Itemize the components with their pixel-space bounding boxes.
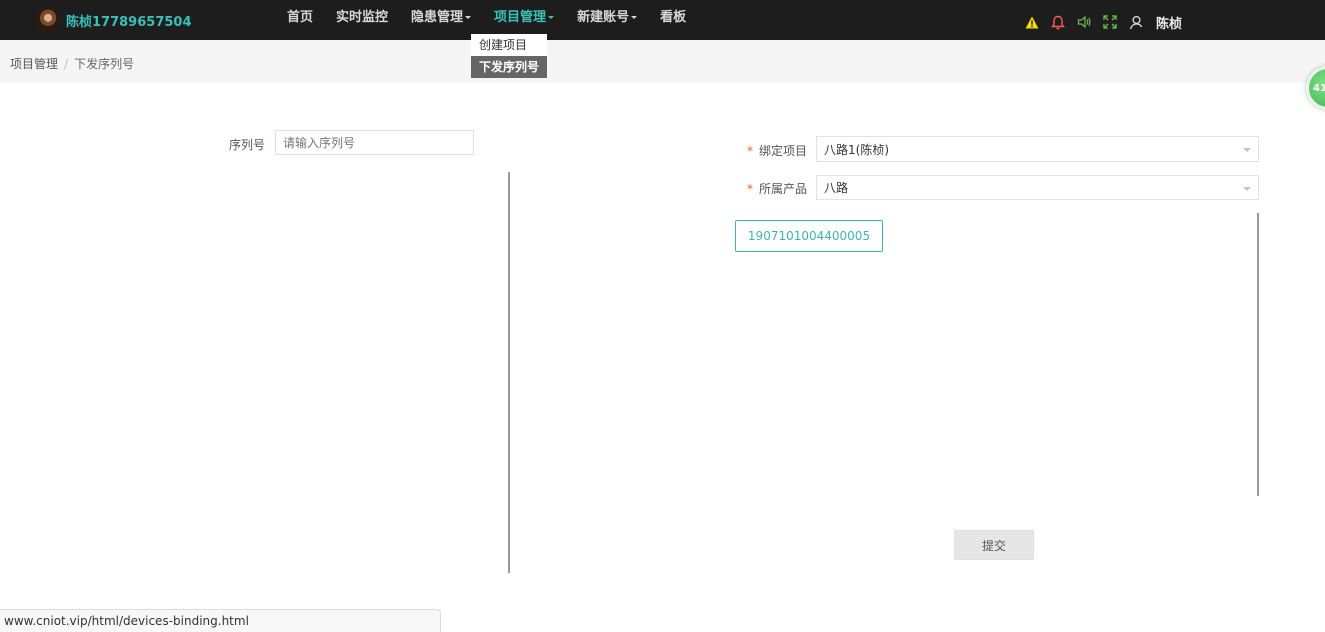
brand[interactable]: 陈桢17789657504: [36, 8, 192, 32]
nav-hazard-management[interactable]: 隐患管理: [411, 0, 472, 36]
user-avatar: [36, 9, 58, 31]
nav-home-label: 首页: [287, 10, 314, 25]
nav-dashboard[interactable]: 看板: [660, 0, 686, 36]
nav-dashboard-label: 看板: [660, 10, 687, 25]
nav-new-account-label: 新建账号: [577, 10, 630, 25]
nav-hazard-management-label: 隐患管理: [411, 10, 464, 25]
nav-new-account[interactable]: 新建账号: [577, 0, 638, 36]
breadcrumb-bar: 项目管理 / 下发序列号: [0, 40, 1325, 83]
breadcrumb-root[interactable]: 项目管理: [10, 57, 58, 71]
nav-project-management[interactable]: 项目管理: [494, 0, 555, 36]
right-panel-divider: [1257, 213, 1259, 496]
dropdown-item-issue-serial[interactable]: 下发序列号: [471, 56, 547, 78]
breadcrumb-current: 下发序列号: [74, 57, 135, 71]
user-name[interactable]: 陈桢: [1156, 13, 1182, 32]
bell-icon[interactable]: [1050, 14, 1066, 30]
caret-down-icon: [465, 16, 472, 19]
breadcrumb-separator: /: [64, 57, 69, 71]
nav-realtime-monitor-label: 实时监控: [336, 10, 389, 25]
nav-project-management-label: 项目管理: [494, 10, 547, 25]
required-mark: *: [747, 182, 753, 196]
brand-name: 陈桢17789657504: [66, 14, 192, 30]
status-bar-url: www.cniot.vip/html/devices-binding.html: [0, 609, 441, 632]
user-icon[interactable]: [1128, 14, 1144, 30]
chevron-down-icon: [1243, 148, 1251, 152]
product-label: * 所属产品: [747, 180, 807, 197]
caret-down-icon: [631, 16, 638, 19]
fullscreen-icon[interactable]: [1102, 14, 1118, 30]
bind-project-label-text: 绑定项目: [759, 144, 808, 158]
bind-project-value: 八路1(陈桢): [824, 142, 889, 157]
nav-realtime-monitor[interactable]: 实时监控: [336, 0, 388, 36]
product-select[interactable]: 八路: [816, 175, 1259, 200]
required-mark: *: [747, 144, 753, 158]
dropdown-item-create-project[interactable]: 创建项目: [471, 34, 547, 56]
top-navbar: 陈桢17789657504 首页 实时监控 隐患管理 项目管理 新建账号 看板 …: [0, 0, 1325, 40]
bind-project-label: * 绑定项目: [747, 142, 807, 159]
project-management-dropdown: 创建项目 下发序列号: [471, 34, 547, 78]
serial-item[interactable]: 1907101004400005: [735, 220, 883, 252]
product-label-text: 所属产品: [759, 182, 808, 196]
bind-project-select[interactable]: 八路1(陈桢): [816, 136, 1259, 162]
nav-home[interactable]: 首页: [287, 0, 313, 36]
warning-icon[interactable]: [1024, 14, 1040, 30]
submit-button[interactable]: 提交: [954, 530, 1034, 560]
chevron-down-icon: [1243, 187, 1251, 191]
serial-input[interactable]: [275, 130, 474, 155]
left-panel-divider: [508, 172, 510, 573]
header-icons: 陈桢: [1024, 12, 1182, 32]
breadcrumb: 项目管理 / 下发序列号: [10, 55, 134, 72]
product-value: 八路: [824, 181, 849, 195]
serial-label: 序列号: [229, 138, 266, 152]
caret-down-icon: [548, 16, 555, 19]
speaker-icon[interactable]: [1076, 14, 1092, 30]
